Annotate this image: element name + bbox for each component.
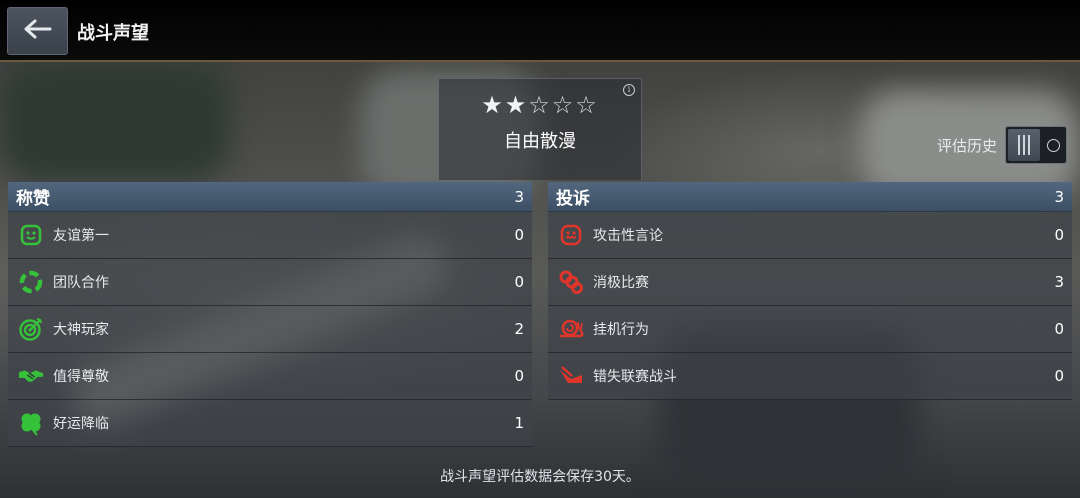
star-empty-icon: ☆ bbox=[551, 91, 576, 119]
praise-row: 好运降临 1 bbox=[8, 400, 532, 447]
teamwork-icon bbox=[18, 269, 44, 295]
history-toggle[interactable] bbox=[1005, 126, 1068, 164]
praise-value: 0 bbox=[514, 226, 524, 244]
retention-note: 战斗声望评估数据会保存30天。 bbox=[440, 469, 640, 485]
rank-name: 自由散漫 bbox=[504, 131, 576, 152]
complaint-row: 挂机行为 0 bbox=[548, 306, 1072, 353]
praise-label: 大神玩家 bbox=[53, 322, 109, 338]
praise-row: 大神玩家 2 bbox=[8, 306, 532, 353]
complaint-label: 错失联赛战斗 bbox=[593, 369, 677, 385]
praise-label: 友谊第一 bbox=[53, 228, 109, 244]
complaint-value: 0 bbox=[1054, 320, 1064, 338]
top-bar: 战斗声望 bbox=[0, 0, 1080, 62]
star-filled-icon: ★ bbox=[504, 91, 529, 119]
back-button[interactable] bbox=[7, 7, 68, 55]
circle-icon bbox=[1047, 139, 1061, 152]
complaint-row: 错失联赛战斗 0 bbox=[548, 353, 1072, 400]
star-empty-icon: ☆ bbox=[575, 91, 599, 119]
complaints-title: 投诉 bbox=[556, 189, 590, 209]
complaint-value: 0 bbox=[1054, 226, 1064, 244]
page-title: 战斗声望 bbox=[77, 23, 149, 44]
complaint-label: 挂机行为 bbox=[593, 322, 649, 338]
praise-title: 称赞 bbox=[16, 189, 50, 209]
friendship-icon bbox=[18, 222, 44, 248]
complaints-header: 投诉 3 bbox=[548, 182, 1072, 212]
praise-label: 团队合作 bbox=[53, 275, 109, 291]
handshake-icon bbox=[18, 363, 44, 389]
complaints-count: 3 bbox=[1054, 187, 1064, 206]
grip-icon bbox=[1018, 135, 1031, 155]
complaint-row: 攻击性言论 0 bbox=[548, 212, 1072, 259]
praise-row: 友谊第一 0 bbox=[8, 212, 532, 259]
clover-icon bbox=[18, 410, 44, 436]
complaints-panel: 投诉 3 攻击性言论 0 消极比赛 3 挂机行为 0 错失联赛战斗 0 bbox=[548, 182, 1072, 400]
complaint-row: 消极比赛 3 bbox=[548, 259, 1072, 306]
arrow-left-icon bbox=[23, 18, 53, 44]
praise-label: 好运降临 bbox=[53, 416, 109, 432]
star-filled-icon: ★ bbox=[481, 91, 505, 119]
toggle-knob bbox=[1008, 129, 1041, 161]
evaluation-history: 评估历史 bbox=[937, 126, 1068, 164]
praise-header: 称赞 3 bbox=[8, 182, 532, 212]
snail-icon bbox=[558, 316, 584, 342]
praise-count: 3 bbox=[514, 187, 524, 206]
reputation-rank-card: i ★★☆☆☆ 自由散漫 bbox=[438, 78, 642, 180]
praise-row: 团队合作 0 bbox=[8, 259, 532, 306]
praise-label: 值得尊敬 bbox=[53, 369, 109, 385]
negative-play-icon bbox=[558, 269, 584, 295]
complaint-label: 攻击性言论 bbox=[593, 228, 663, 244]
complaint-value: 3 bbox=[1054, 273, 1064, 291]
praise-value: 0 bbox=[514, 273, 524, 291]
background-blur bbox=[0, 62, 230, 182]
complaint-label: 消极比赛 bbox=[593, 275, 649, 291]
star-rating: ★★☆☆☆ bbox=[439, 91, 641, 119]
praise-value: 0 bbox=[514, 367, 524, 385]
praise-value: 2 bbox=[514, 320, 524, 338]
praise-row: 值得尊敬 0 bbox=[8, 353, 532, 400]
complaint-value: 0 bbox=[1054, 367, 1064, 385]
star-empty-icon: ☆ bbox=[528, 91, 552, 119]
praise-panel: 称赞 3 友谊第一 0 团队合作 0 大神玩家 2 值得尊敬 0 好运降临 1 bbox=[8, 182, 532, 447]
history-label: 评估历史 bbox=[937, 136, 998, 155]
missed-battle-icon bbox=[558, 363, 584, 389]
offensive-speech-icon bbox=[558, 222, 584, 248]
target-icon bbox=[18, 316, 44, 342]
praise-value: 1 bbox=[514, 414, 524, 432]
